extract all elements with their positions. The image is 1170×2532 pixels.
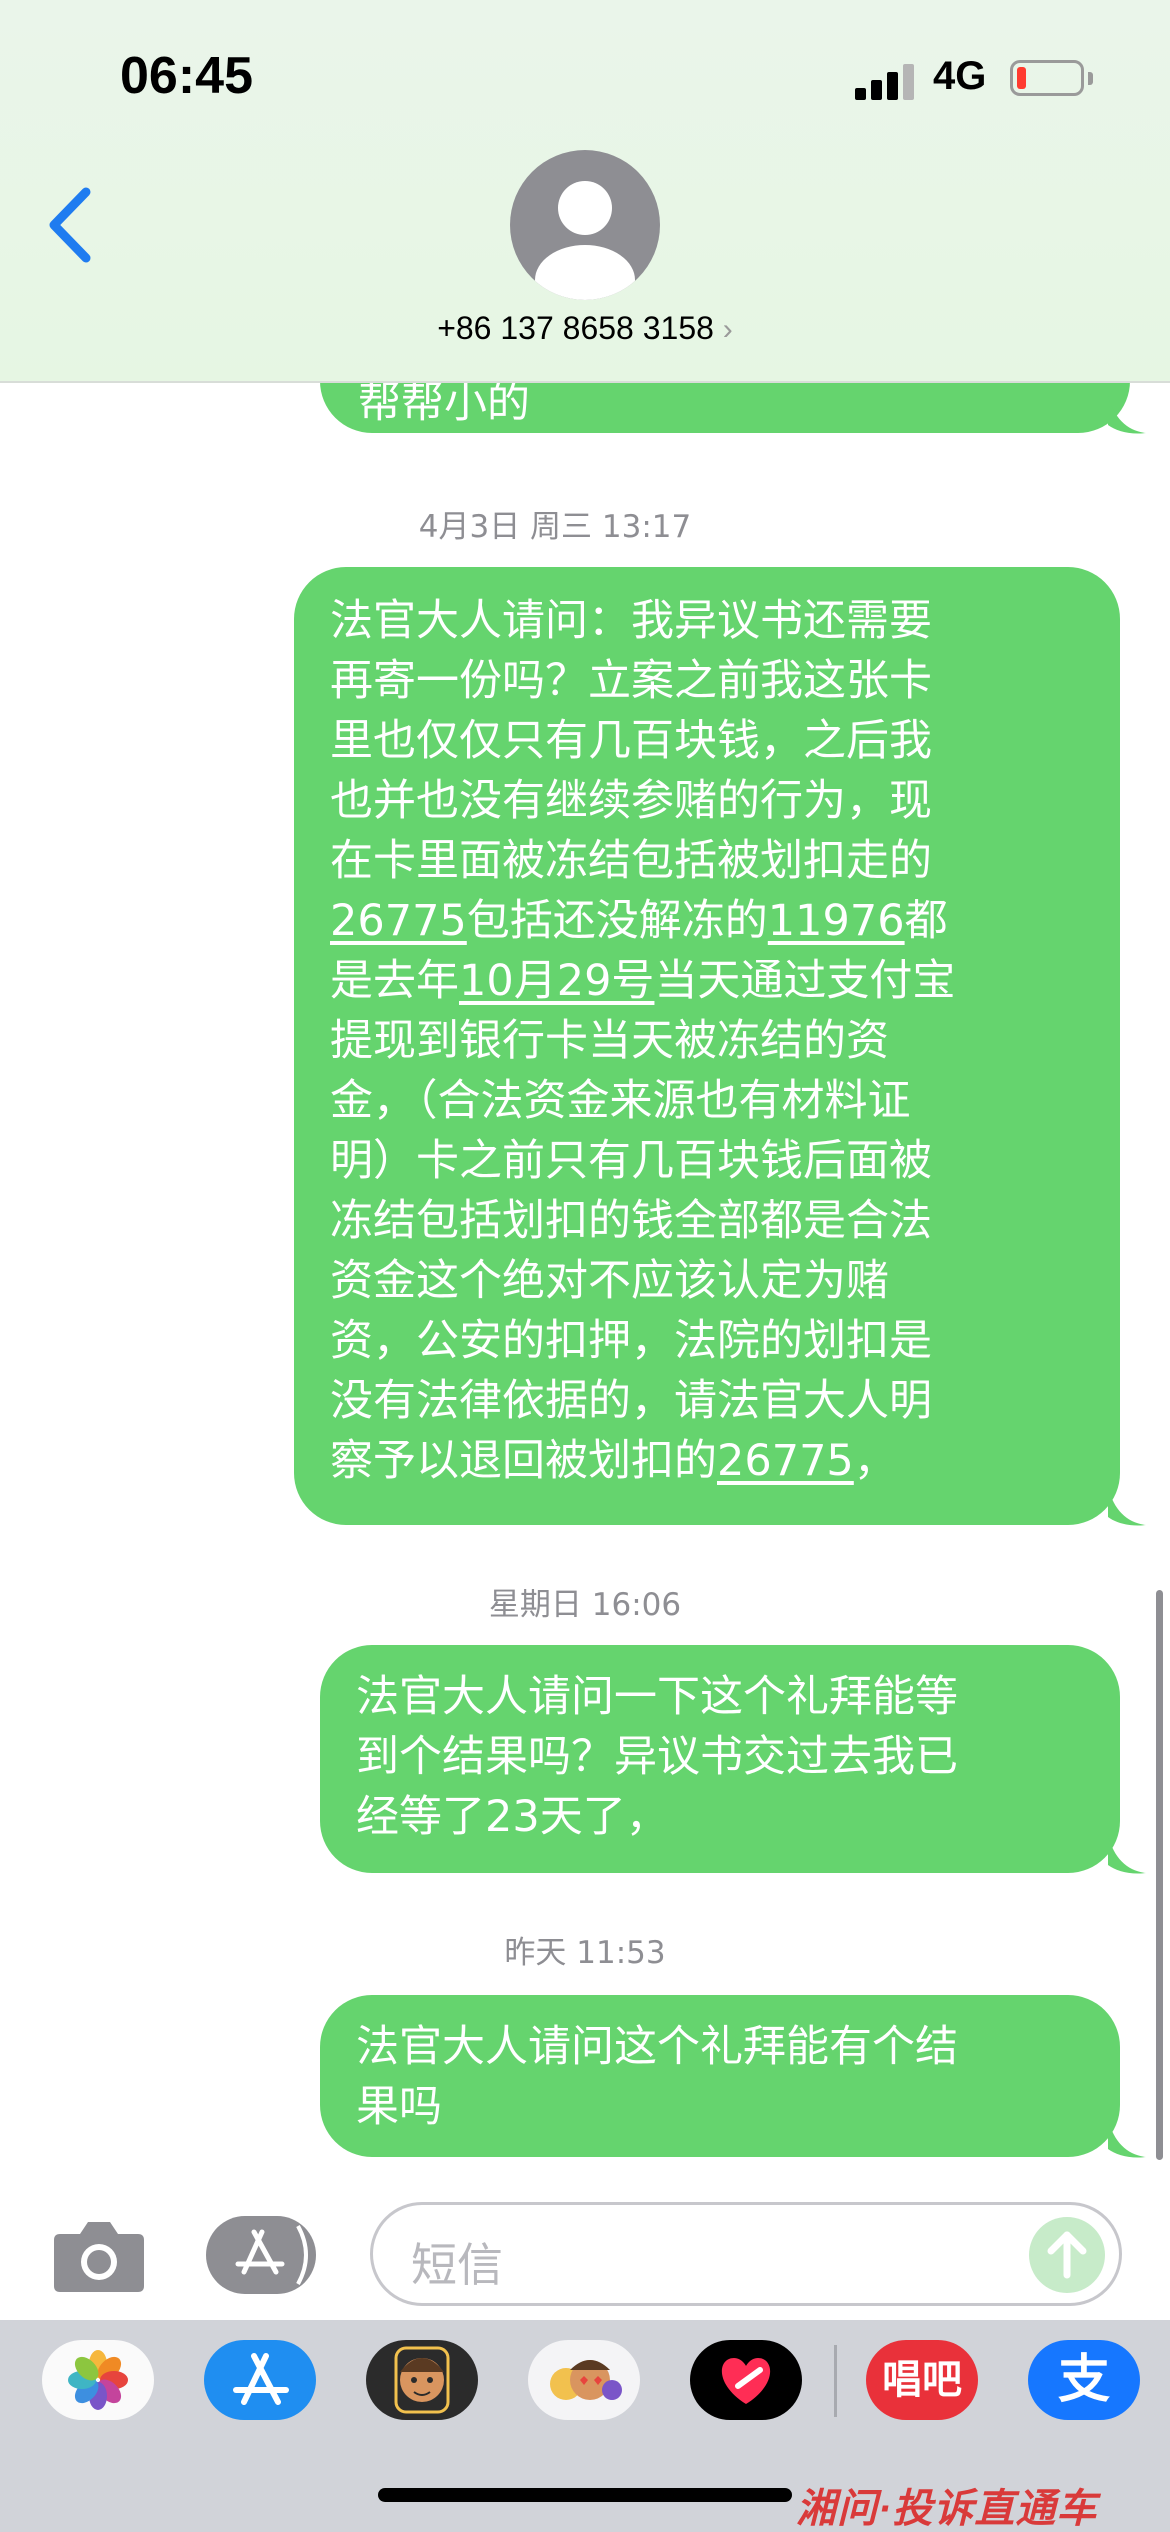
chevron-left-icon [49, 187, 91, 263]
person-icon [535, 181, 635, 300]
alipay-icon: 支 [1057, 2350, 1110, 2410]
app-store-icon [235, 2225, 308, 2285]
apps-button[interactable] [206, 2216, 316, 2294]
message-line: 在卡里面被冻结包括被划扣走的 [330, 836, 932, 886]
bubble-tail [1108, 395, 1146, 434]
message-line: 果吗 [356, 2082, 442, 2132]
contact-number-text: +86 137 8658 3158 [437, 310, 714, 346]
camera-icon [54, 2222, 144, 2292]
timestamp: 4月3日 周三 13:17 [418, 509, 692, 545]
scrollbar[interactable] [1156, 1590, 1163, 2160]
message-bubble[interactable]: 法官大人请问一下这个礼拜能等 到个结果吗？异议书交过去我已 经等了23天了， [320, 1645, 1120, 1873]
message-line: 法官大人请问一下这个礼拜能等 [356, 1672, 958, 1722]
photos-icon [68, 2350, 128, 2410]
app-store-icon [233, 2353, 289, 2405]
send-arrow-icon [1047, 2231, 1087, 2279]
message-line: 冻结包括划扣的钱全部都是合法 [330, 1196, 932, 1246]
message-line: 法官大人请问：我异议书还需要 [330, 596, 932, 646]
alipay-app-button[interactable]: 支 [1028, 2340, 1140, 2420]
photos-app-button[interactable] [42, 2340, 154, 2420]
message-line: 资，公安的扣押，法院的划扣是 [330, 1316, 932, 1366]
contact-number[interactable]: +86 137 8658 3158 › [0, 310, 1170, 347]
status-time: 06:45 [120, 47, 253, 105]
chevron-right-icon: › [722, 313, 733, 346]
battery-icon [1010, 60, 1084, 96]
message-line: 法官大人请问这个礼拜能有个结 [356, 2022, 958, 2072]
back-button[interactable] [40, 180, 100, 270]
cellular-signal-icon [855, 60, 915, 100]
message-line: 资金这个绝对不应该认定为赌 [330, 1256, 889, 1306]
conversation-header: 06:45 4G +86 137 8658 3158 › [0, 0, 1170, 383]
timestamp: 星期日 16:06 [488, 1587, 682, 1623]
message-line: 经等了23天了， [356, 1792, 669, 1842]
message-line: 里也仅仅只有几百块钱，之后我 [330, 716, 932, 766]
digital-touch-icon [721, 2358, 771, 2404]
message-thread[interactable]: 帮帮小的 4月3日 周三 13:17 法官大人请问：我异议书还需要 再寄一份吗？… [0, 323, 1170, 2183]
contact-avatar[interactable] [510, 150, 660, 300]
message-line: 察予以退回被划扣的26775， [330, 1436, 897, 1486]
timestamp: 昨天 11:53 [504, 1935, 666, 1971]
detected-date-link[interactable]: 10月29号 [459, 956, 654, 1006]
message-input[interactable]: 短信 [370, 2202, 1122, 2306]
detected-number-link[interactable]: 26775 [330, 896, 467, 946]
message-bubble[interactable]: 法官大人请问这个礼拜能有个结 果吗 [320, 1995, 1120, 2157]
message-line: 明）卡之前只有几百块钱后面被 [330, 1136, 932, 1186]
camera-button[interactable] [52, 2218, 146, 2294]
message-bubble[interactable]: 法官大人请问：我异议书还需要 再寄一份吗？立案之前我这张卡 里也仅仅只有几百块钱… [294, 567, 1120, 1525]
detected-number-link[interactable]: 11976 [768, 896, 905, 946]
digital-touch-app-button[interactable] [690, 2340, 802, 2420]
drawer-divider [834, 2345, 837, 2417]
message-line: 到个结果吗？异议书交过去我已 [356, 1732, 958, 1782]
bubble-tail [1108, 1835, 1146, 1874]
memoji-icon [394, 2346, 450, 2414]
message-line: 是去年10月29号当天通过支付宝 [330, 956, 956, 1006]
send-button[interactable] [1029, 2217, 1105, 2293]
message-line: 也并也没有继续参赌的行为，现 [330, 776, 932, 826]
changba-app-button[interactable]: 唱吧 [866, 2340, 978, 2420]
changba-icon: 唱吧 [882, 2357, 962, 2403]
message-line: 26775包括还没解冻的11976都 [330, 896, 948, 946]
detected-number-link[interactable]: 26775 [717, 1436, 854, 1486]
memoji-stickers-app-button[interactable] [528, 2340, 640, 2420]
message-line: 没有法律依据的，请法官大人明 [330, 1376, 932, 1426]
message-line: 再寄一份吗？立案之前我这张卡 [330, 656, 932, 706]
message-line: 金，（合法资金来源也有材料证 [330, 1076, 911, 1126]
message-input-placeholder: 短信 [411, 2238, 503, 2292]
bubble-tail [1108, 1487, 1146, 1526]
bubble-tail [1108, 2119, 1146, 2158]
battery-tip [1088, 72, 1093, 85]
message-line: 提现到银行卡当天被冻结的资 [330, 1016, 889, 1066]
memoji-app-button[interactable] [366, 2340, 478, 2420]
network-type: 4G [933, 54, 987, 98]
home-indicator[interactable] [378, 2488, 792, 2502]
memoji-stickers-icon [550, 2360, 622, 2400]
app-store-app-button[interactable] [204, 2340, 316, 2420]
watermark: 湘问·投诉直通车 [796, 2487, 1098, 2531]
